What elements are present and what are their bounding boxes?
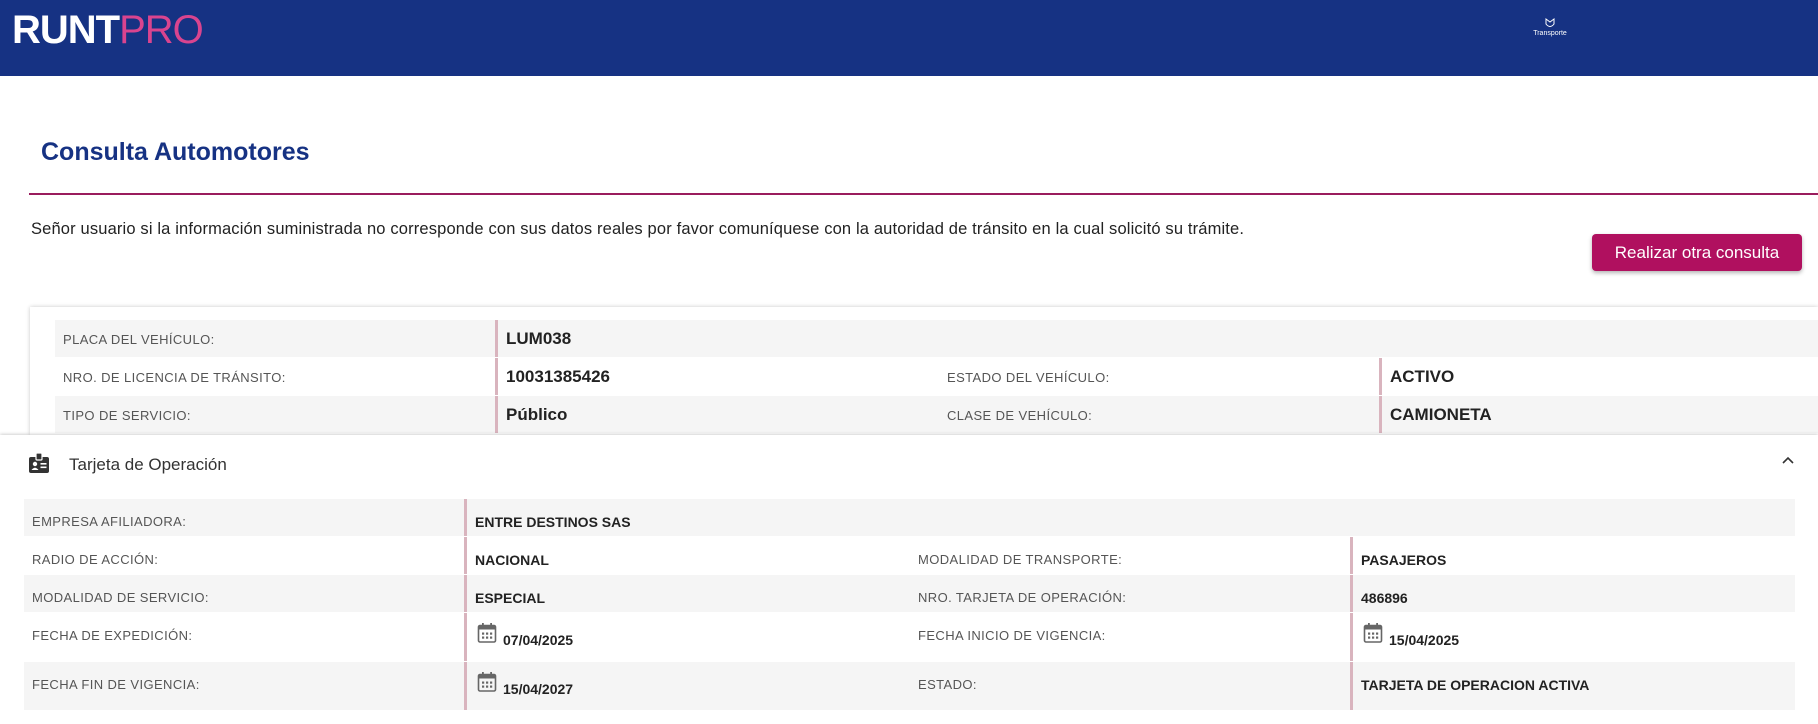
column-divider [464, 499, 467, 536]
column-divider [1379, 358, 1382, 395]
clase-vehiculo-value: CAMIONETA [1390, 405, 1492, 424]
title-divider [29, 193, 1818, 195]
vehicle-row-placa: PLACA DEL VEHÍCULO: LUM038 [55, 320, 1818, 357]
calendar-icon [1363, 623, 1383, 643]
column-divider [1350, 662, 1353, 710]
tarjeta-row-radio: RADIO DE ACCIÓN: NACIONAL MODALIDAD DE T… [24, 537, 1795, 574]
fecha-fin-label: FECHA FIN DE VIGENCIA: [32, 677, 200, 692]
fecha-inicio-value: 15/04/2025 [1389, 632, 1460, 648]
logo-primary-text: RUNT [12, 8, 120, 52]
tipo-servicio-label: TIPO DE SERVICIO: [63, 408, 191, 423]
empresa-value: ENTRE DESTINOS SAS [475, 514, 631, 530]
column-divider [1350, 575, 1353, 612]
column-divider [464, 537, 467, 574]
modalidad-transporte-label: MODALIDAD DE TRANSPORTE: [918, 552, 1123, 567]
fecha-expedicion-label: FECHA DE EXPEDICIÓN: [32, 628, 193, 643]
estado-vehiculo-label: ESTADO DEL VEHÍCULO: [947, 370, 1110, 385]
modalidad-servicio-label: MODALIDAD DE SERVICIO: [32, 590, 209, 605]
licencia-value: 10031385426 [506, 367, 611, 386]
tarjeta-row-fechas-fin: FECHA FIN DE VIGENCIA: 15/04/2027 ESTADO… [24, 662, 1795, 710]
column-divider [495, 396, 498, 433]
chevron-up-icon[interactable] [1780, 455, 1796, 467]
licencia-label: NRO. DE LICENCIA DE TRÁNSITO: [63, 370, 286, 385]
nro-tarjeta-value: 486896 [1361, 590, 1408, 606]
column-divider [1350, 613, 1353, 661]
column-divider [464, 575, 467, 612]
modalidad-servicio-value: ESPECIAL [475, 590, 546, 606]
estado-tarjeta-label: ESTADO: [918, 677, 977, 692]
calendar-icon [477, 623, 497, 643]
runt-pro-logo[interactable]: RUNTPRO [12, 8, 204, 52]
modalidad-transporte-value: PASAJEROS [1361, 552, 1447, 568]
vehicle-row-licencia: NRO. DE LICENCIA DE TRÁNSITO: 1003138542… [55, 358, 1818, 395]
top-header-bar: RUNTPRO Transporte [0, 0, 1818, 76]
id-badge-icon [29, 452, 49, 473]
placa-label: PLACA DEL VEHÍCULO: [63, 332, 215, 347]
tarjeta-row-modalidad-servicio: MODALIDAD DE SERVICIO: ESPECIAL NRO. TAR… [24, 575, 1795, 612]
tipo-servicio-value: Público [506, 405, 568, 424]
ministry-emblem-icon [1545, 18, 1555, 27]
estado-tarjeta-value: TARJETA DE OPERACION ACTIVA [1361, 677, 1590, 693]
column-divider [1350, 537, 1353, 574]
nro-tarjeta-label: NRO. TARJETA DE OPERACIÓN: [918, 590, 1127, 605]
column-divider [495, 358, 498, 395]
ministry-logo: Transporte [1528, 18, 1572, 38]
page-title: Consulta Automotores [41, 138, 310, 166]
fecha-inicio-label: FECHA INICIO DE VIGENCIA: [918, 628, 1106, 643]
tarjeta-row-fechas-expedicion: FECHA DE EXPEDICIÓN: 07/04/2025 FECHA IN… [24, 613, 1795, 661]
notice-text: Señor usuario si la información suminist… [31, 220, 1245, 238]
ministry-label: Transporte [1533, 30, 1567, 37]
column-divider [464, 662, 467, 710]
column-divider [495, 320, 498, 357]
section-title[interactable]: Tarjeta de Operación [69, 455, 227, 475]
column-divider [1379, 396, 1382, 433]
new-query-button[interactable]: Realizar otra consulta [1592, 234, 1802, 271]
tarjeta-row-empresa: EMPRESA AFILIADORA: ENTRE DESTINOS SAS [24, 499, 1795, 536]
radio-value: NACIONAL [475, 552, 549, 568]
fecha-fin-value: 15/04/2027 [503, 681, 574, 697]
clase-vehiculo-label: CLASE DE VEHÍCULO: [947, 408, 1093, 423]
vehicle-row-servicio: TIPO DE SERVICIO: Público CLASE DE VEHÍC… [55, 396, 1818, 433]
placa-value: LUM038 [506, 329, 572, 348]
fecha-expedicion-value: 07/04/2025 [503, 632, 574, 648]
calendar-icon [477, 672, 497, 692]
column-divider [464, 613, 467, 661]
tarjeta-operacion-section: Tarjeta de Operación EMPRESA AFILIADORA:… [0, 435, 1818, 724]
vehicle-summary-card: PLACA DEL VEHÍCULO: LUM038 NRO. DE LICEN… [30, 307, 1818, 435]
radio-label: RADIO DE ACCIÓN: [32, 552, 159, 567]
estado-vehiculo-value: ACTIVO [1390, 367, 1455, 386]
empresa-label: EMPRESA AFILIADORA: [32, 514, 187, 529]
logo-secondary-text: PRO [119, 8, 204, 52]
